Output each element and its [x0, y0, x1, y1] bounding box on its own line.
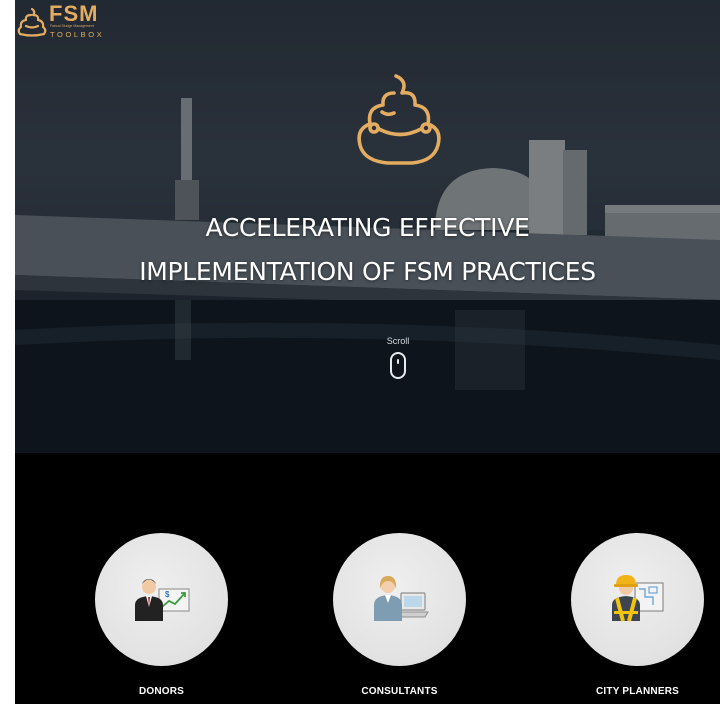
- hero-section: FSM Faecal Sludge Management TOOLBOX ACC…: [15, 0, 720, 453]
- audience-card-consultants[interactable]: CONSULTANTS: [333, 453, 473, 704]
- audience-circle[interactable]: $: [95, 533, 228, 666]
- mouse-scroll-icon[interactable]: [390, 352, 406, 379]
- headline-line-1: ACCELERATING EFFECTIVE: [205, 213, 530, 242]
- site-logo[interactable]: FSM Faecal Sludge Management TOOLBOX: [15, 0, 135, 44]
- audience-circle[interactable]: [333, 533, 466, 666]
- brand-name: FSM: [49, 1, 99, 26]
- poop-logo-icon: [17, 7, 47, 37]
- donor-presenter-icon: $: [135, 579, 190, 621]
- audience-section: $ DONORS CONSULTANTS CITY PLANNERS: [15, 453, 720, 704]
- brand-tagline: Faecal Sludge Management: [50, 24, 94, 28]
- mouse-wheel: [397, 359, 399, 364]
- city-planner-hardhat-icon: [612, 575, 664, 622]
- brand-subtitle: TOOLBOX: [50, 30, 105, 39]
- poop-logo-icon: [357, 74, 441, 165]
- audience-card-city-planners[interactable]: CITY PLANNERS: [571, 453, 711, 704]
- audience-label-donors: DONORS: [138, 686, 185, 697]
- hero-headline: ACCELERATING EFFECTIVE IMPLEMENTATION OF…: [15, 206, 720, 294]
- svg-text:$: $: [165, 590, 170, 599]
- audience-card-donors[interactable]: $ DONORS: [95, 453, 235, 704]
- headline-line-2: IMPLEMENTATION OF FSM PRACTICES: [139, 257, 596, 286]
- page-frame: FSM Faecal Sludge Management TOOLBOX ACC…: [15, 0, 720, 704]
- consultant-laptop-icon: [374, 576, 429, 621]
- audience-circle[interactable]: [571, 533, 704, 666]
- audience-label-city-planners: CITY PLANNERS: [596, 686, 679, 697]
- scroll-label: Scroll: [386, 336, 410, 346]
- audience-label-consultants: CONSULTANTS: [361, 686, 438, 697]
